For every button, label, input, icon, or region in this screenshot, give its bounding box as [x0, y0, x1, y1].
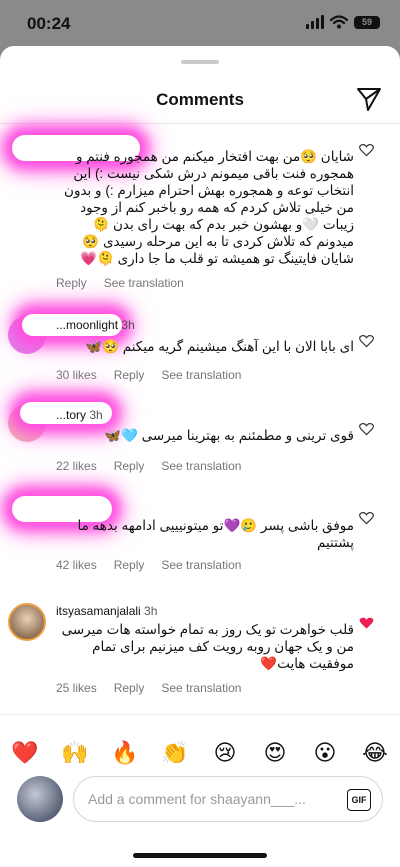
like-heart-icon[interactable] [359, 334, 374, 348]
sheet-title: Comments [156, 90, 244, 109]
emoji-raised-hands[interactable]: 🙌 [60, 740, 90, 766]
share-send-icon[interactable] [356, 86, 382, 112]
status-bar: 00:24 59 [0, 0, 400, 46]
comment-text: شایان 🥺من بهت افتخار میکنم من همجوره فنت… [64, 149, 354, 266]
like-heart-icon[interactable] [359, 422, 374, 436]
emoji-heart[interactable]: ❤️ [10, 740, 40, 766]
like-heart-icon[interactable] [359, 511, 374, 525]
sheet-grabber[interactable] [181, 60, 219, 64]
comment-username[interactable]: ...tory 3h [56, 408, 103, 422]
comment-username[interactable]: itsyasamanjalali 3h [56, 604, 157, 618]
comment-item: موفق باشی پسر 🥲💜تو میتونیییی ادامهه بدهه… [0, 486, 400, 581]
reply-button[interactable]: Reply [114, 558, 145, 572]
my-avatar [17, 776, 63, 822]
comment-meta: 25 likes Reply See translation [56, 681, 241, 695]
comment-text: قوی ترینی و مطمئنم به بهترینا میرسی 🩵🦋 [104, 428, 354, 443]
likes-count[interactable]: 30 likes [56, 368, 97, 382]
emoji-crying[interactable]: 😢 [210, 740, 240, 766]
signal-icon [306, 15, 324, 29]
emoji-reaction-bar: ❤️ 🙌 🔥 👏 😢 😍 😮 😂 [0, 714, 400, 770]
home-indicator [133, 853, 267, 858]
comment-meta: 30 likes Reply See translation [56, 368, 241, 382]
see-translation-button[interactable]: See translation [104, 276, 184, 290]
emoji-laughing[interactable]: 😂 [360, 740, 390, 766]
gif-button[interactable]: GIF [347, 789, 371, 811]
like-heart-icon[interactable] [359, 143, 374, 157]
comments-sheet: Comments شایان 🥺من بهت افتخار میکنم من ه… [0, 46, 400, 867]
comment-meta: 42 likes Reply See translation [56, 558, 241, 572]
comment-item: ...tory 3h قوی ترینی و مطمئنم به بهترینا… [0, 396, 400, 474]
comment-meta: 22 likes Reply See translation [56, 459, 241, 473]
liked-heart-icon[interactable] [359, 616, 374, 630]
comment-text: قلب خواهرت تو یک روز به تمام خواسته هات … [61, 622, 354, 671]
status-time: 00:24 [27, 14, 71, 33]
reply-button[interactable]: Reply [114, 459, 145, 473]
emoji-clap[interactable]: 👏 [160, 740, 190, 766]
emoji-fire[interactable]: 🔥 [110, 740, 140, 766]
likes-count[interactable]: 42 likes [56, 558, 97, 572]
wifi-icon [330, 15, 348, 29]
emoji-surprised[interactable]: 😮 [310, 740, 340, 766]
emoji-heart-eyes[interactable]: 😍 [260, 740, 290, 766]
reply-button[interactable]: Reply [114, 368, 145, 382]
status-icons: 59 [306, 15, 380, 29]
reply-button[interactable]: Reply [114, 681, 145, 695]
likes-count[interactable]: 22 likes [56, 459, 97, 473]
comment-item: itsyasamanjalali 3h قلب خواهرت تو یک روز… [0, 597, 400, 697]
comment-item: شایان 🥺من بهت افتخار میکنم من همجوره فنت… [0, 123, 400, 293]
comment-input[interactable] [73, 776, 383, 822]
reply-button[interactable]: Reply [56, 276, 87, 290]
comment-username[interactable]: ...moonlight 3h [56, 318, 135, 332]
comment-text: ای بابا الان با این آهنگ میشینم گریه میک… [85, 339, 354, 354]
comment-input-row: GIF [0, 774, 400, 826]
see-translation-button[interactable]: See translation [161, 558, 241, 572]
battery-icon: 59 [354, 15, 380, 29]
see-translation-button[interactable]: See translation [161, 681, 241, 695]
see-translation-button[interactable]: See translation [161, 459, 241, 473]
comment-text: موفق باشی پسر 🥲💜تو میتونیییی ادامهه بدهه… [77, 518, 354, 550]
comment-item: ...moonlight 3h ای بابا الان با این آهنگ… [0, 304, 400, 382]
likes-count[interactable]: 25 likes [56, 681, 97, 695]
see-translation-button[interactable]: See translation [161, 368, 241, 382]
comment-meta: Reply See translation [56, 276, 184, 290]
commenter-avatar[interactable] [8, 603, 46, 641]
